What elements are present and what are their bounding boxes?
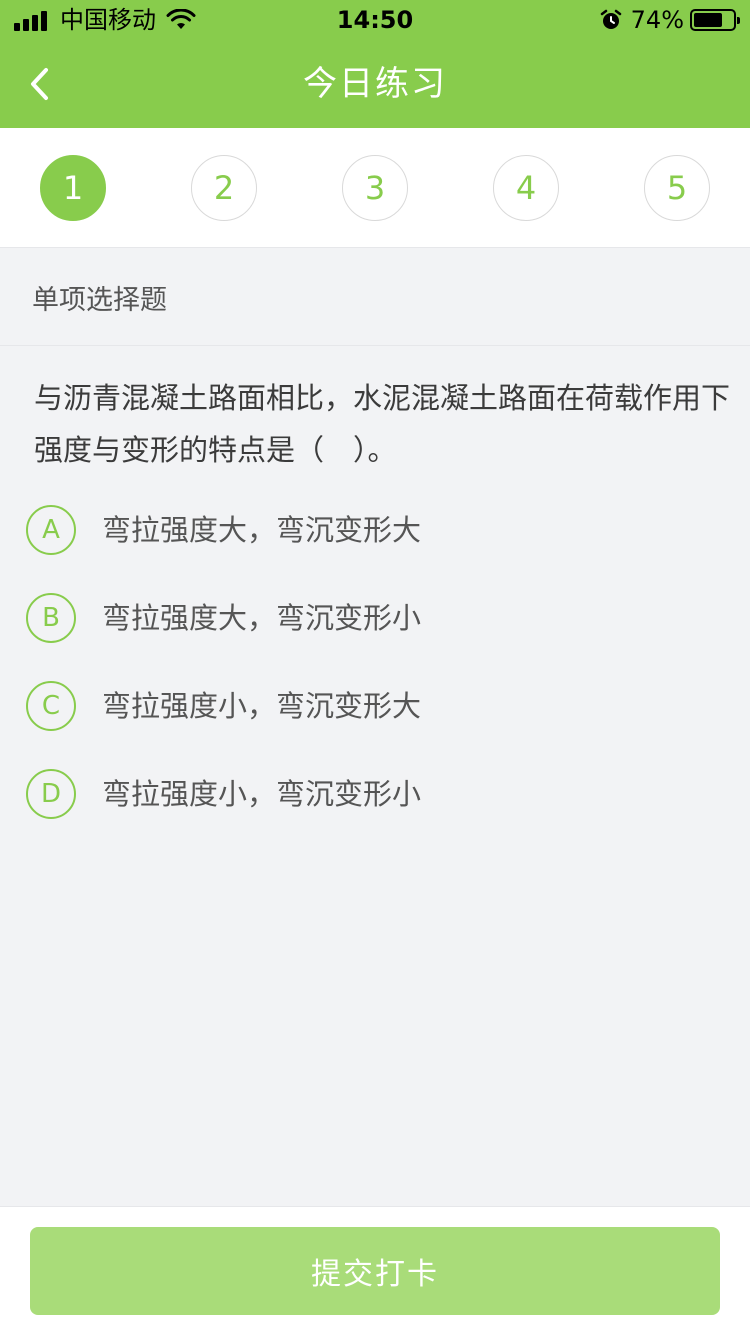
- question-type-bar: 单项选择题: [0, 248, 750, 346]
- option-a-letter: A: [26, 505, 76, 555]
- nav-bar: 今日练习: [0, 40, 750, 128]
- question-stepper: 1 2 3 4 5: [0, 128, 750, 248]
- option-c-text: 弯拉强度小，弯沉变形大: [102, 689, 422, 723]
- option-d-text: 弯拉强度小，弯沉变形小: [102, 777, 422, 811]
- submit-checkin-button[interactable]: 提交打卡: [30, 1227, 720, 1315]
- option-b-text: 弯拉强度大，弯沉变形小: [102, 601, 422, 635]
- header: 中国移动 14:50 74% 今日练习: [0, 0, 750, 128]
- footer: 提交打卡: [0, 1206, 750, 1334]
- alarm-icon: [600, 9, 621, 29]
- question-text: 与沥青混凝土路面相比，水泥混凝土路面在荷载作用下强度与变形的特点是（ ）。: [34, 381, 731, 467]
- app-root: 中国移动 14:50 74% 今日练习 1 2 3 4 5 单项选择题 与沥青混…: [0, 0, 750, 1334]
- step-1[interactable]: 1: [40, 155, 106, 221]
- status-bar: 中国移动 14:50 74%: [0, 0, 750, 40]
- status-right: 74%: [599, 0, 740, 40]
- step-3[interactable]: 3: [342, 155, 408, 221]
- page-title: 今日练习: [303, 64, 447, 104]
- option-a-text: 弯拉强度大，弯沉变形大: [102, 513, 422, 547]
- step-2[interactable]: 2: [191, 155, 257, 221]
- step-4[interactable]: 4: [493, 155, 559, 221]
- battery-percent: 74%: [630, 6, 684, 34]
- battery-icon: [690, 9, 740, 31]
- option-b-letter: B: [26, 593, 76, 643]
- option-c-letter: C: [26, 681, 76, 731]
- option-c[interactable]: C 弯拉强度小，弯沉变形大: [26, 677, 726, 737]
- battery-fill: [694, 13, 722, 27]
- option-d-letter: D: [26, 769, 76, 819]
- option-b[interactable]: B 弯拉强度大，弯沉变形小: [26, 589, 726, 649]
- option-a[interactable]: A 弯拉强度大，弯沉变形大: [26, 501, 726, 561]
- step-5[interactable]: 5: [644, 155, 710, 221]
- question-type-label: 单项选择题: [32, 285, 167, 316]
- option-d[interactable]: D 弯拉强度小，弯沉变形小: [26, 765, 726, 825]
